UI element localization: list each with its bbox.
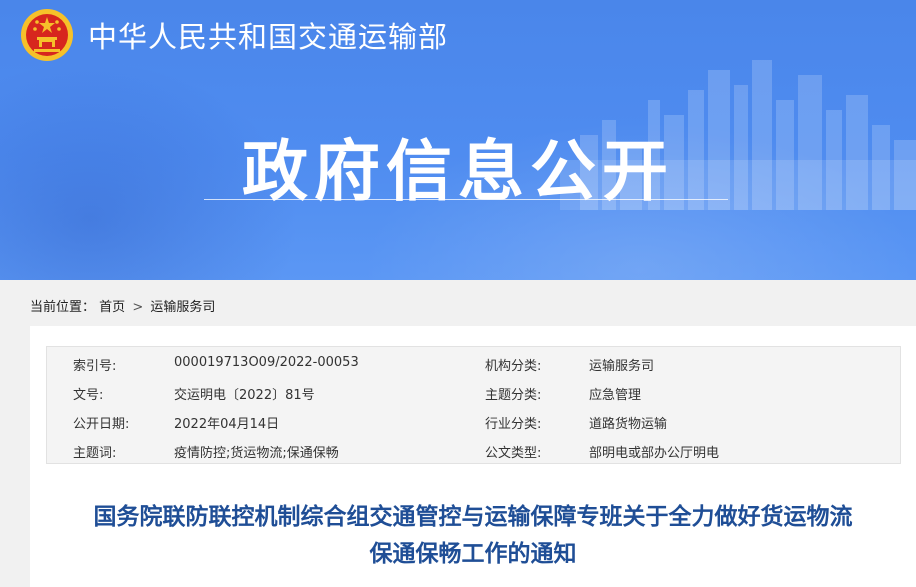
document-title: 国务院联防联控机制综合组交通管控与运输保障专班关于全力做好货运物流 保通保畅工作…: [30, 499, 916, 573]
content-card: 索引号: 000019713O09/2022-00053 机构分类: 运输服务司…: [30, 326, 916, 587]
national-emblem-icon: [21, 9, 73, 61]
document-number-label: 文号:: [73, 388, 104, 403]
document-title-line-1: 国务院联防联控机制综合组交通管控与运输保障专班关于全力做好货运物流: [93, 504, 853, 530]
header-banner: 中华人民共和国交通运输部 政府信息公开: [0, 0, 916, 280]
agency-category-value: 运输服务司: [589, 359, 655, 374]
document-type-label: 公文类型:: [485, 446, 542, 461]
breadcrumb: 当前位置： 首页 > 运输服务司: [0, 280, 916, 326]
breadcrumb-home-link[interactable]: 首页: [99, 300, 125, 315]
breadcrumb-prefix: 当前位置：: [30, 300, 96, 315]
document-number-value: 交运明电〔2022〕81号: [174, 388, 315, 403]
index-number-label: 索引号:: [73, 359, 117, 374]
agency-category-label: 机构分类:: [485, 359, 542, 374]
document-metadata-table: 索引号: 000019713O09/2022-00053 机构分类: 运输服务司…: [46, 346, 901, 464]
document-type-value: 部明电或部办公厅明电: [589, 446, 720, 461]
headline-underline: [204, 199, 728, 200]
document-title-line-2: 保通保畅工作的通知: [369, 541, 577, 567]
industry-category-value: 道路货物运输: [589, 417, 668, 432]
metadata-row: 文号: 交运明电〔2022〕81号 主题分类: 应急管理: [47, 378, 902, 407]
metadata-row: 索引号: 000019713O09/2022-00053 机构分类: 运输服务司: [47, 349, 902, 378]
industry-category-label: 行业分类:: [485, 417, 542, 432]
keywords-label: 主题词:: [73, 446, 117, 461]
topic-category-value: 应急管理: [589, 388, 642, 403]
breadcrumb-separator: >: [132, 300, 144, 315]
breadcrumb-department-link[interactable]: 运输服务司: [150, 300, 215, 315]
keywords-value: 疫情防控;货运物流;保通保畅: [174, 446, 339, 461]
metadata-row: 主题词: 疫情防控;货运物流;保通保畅 公文类型: 部明电或部办公厅明电: [47, 436, 902, 465]
index-number-value: 000019713O09/2022-00053: [174, 355, 359, 370]
publish-date-value: 2022年04月14日: [174, 417, 280, 432]
publish-date-label: 公开日期:: [73, 417, 130, 432]
metadata-row: 公开日期: 2022年04月14日 行业分类: 道路货物运输: [47, 407, 902, 436]
ministry-name[interactable]: 中华人民共和国交通运输部: [88, 14, 448, 56]
topic-category-label: 主题分类:: [485, 388, 542, 403]
